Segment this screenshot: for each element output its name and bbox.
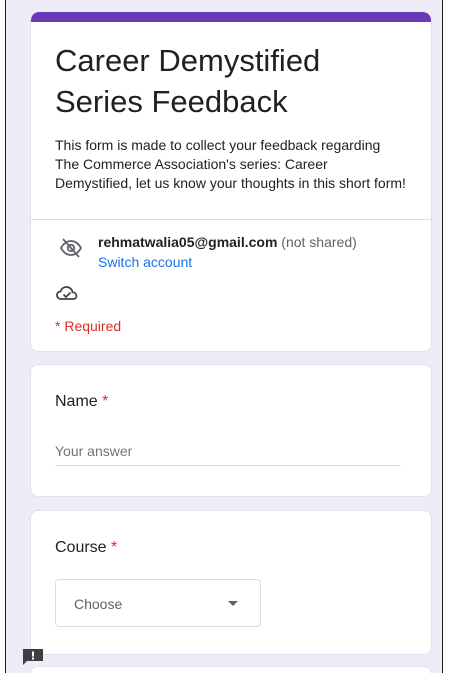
- required-star: *: [111, 539, 118, 556]
- question-title: Course: [55, 539, 107, 556]
- form-page: Career Demystified Series Feedback This …: [5, 0, 443, 673]
- switch-account-link[interactable]: Switch account: [98, 254, 192, 270]
- eye-off-icon: [59, 238, 83, 258]
- required-star: *: [102, 393, 109, 410]
- course-dropdown[interactable]: Choose: [55, 579, 261, 627]
- account-row: rehmatwalia05@gmail.com (not shared) Swi…: [55, 232, 419, 272]
- form-header-card: Career Demystified Series Feedback This …: [30, 12, 432, 352]
- question-card-name: Name *: [30, 364, 432, 497]
- question-label-course: Course *: [55, 539, 117, 557]
- question-title: Name: [55, 393, 98, 410]
- name-input[interactable]: [55, 441, 401, 466]
- accent-bar: [31, 12, 431, 22]
- required-note: * Required: [55, 318, 122, 334]
- divider: [31, 219, 431, 220]
- report-feedback-icon[interactable]: [22, 648, 44, 666]
- dropdown-selected-value: Choose: [74, 596, 123, 612]
- form-title: Career Demystified Series Feedback: [55, 43, 321, 119]
- account-email: rehmatwalia05@gmail.com: [98, 234, 278, 250]
- dropdown-arrow-icon: [228, 601, 238, 606]
- question-card-course: Course * Choose: [30, 510, 432, 655]
- not-shared-label: (not shared): [281, 234, 357, 250]
- next-question-card: [30, 666, 432, 673]
- form-description: This form is made to collect your feedba…: [55, 137, 406, 191]
- account-email-line: rehmatwalia05@gmail.com (not shared): [98, 234, 357, 250]
- cloud-check-icon: [56, 286, 78, 300]
- question-label-name: Name *: [55, 393, 108, 411]
